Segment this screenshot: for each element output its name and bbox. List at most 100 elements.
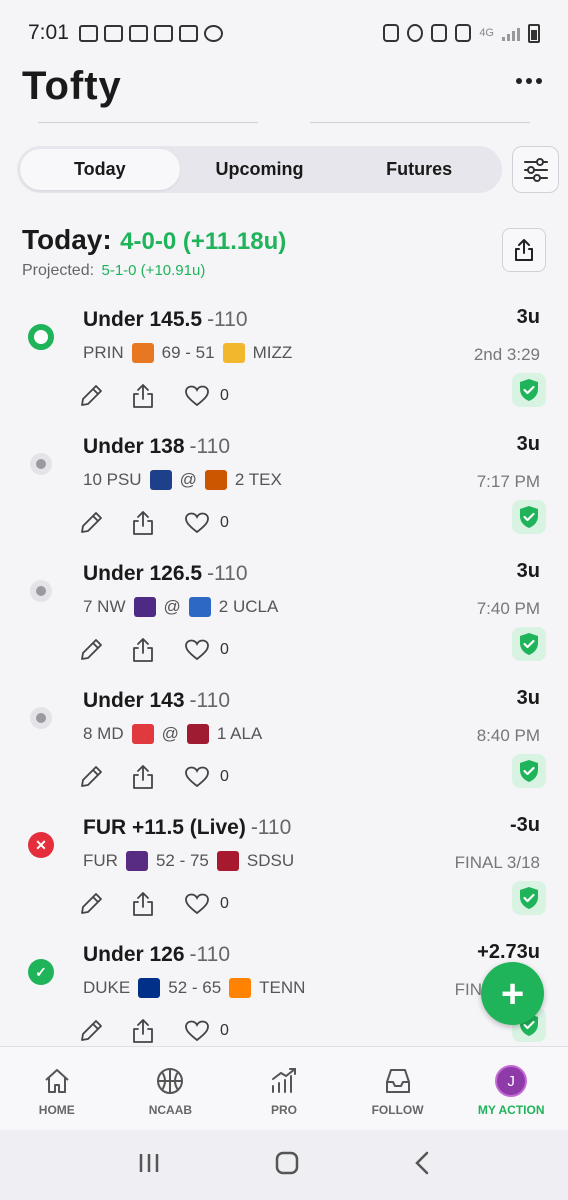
trending-chart-icon — [268, 1065, 300, 1097]
verified-shield-icon — [512, 500, 546, 534]
like-pick-button[interactable] — [184, 1018, 210, 1044]
like-pick-button[interactable] — [184, 510, 210, 536]
bottom-navigation: HOME NCAAB PRO FOLLOW J MY ACTION — [0, 1046, 568, 1130]
app-header: Tofty — [0, 64, 568, 114]
pick-line: FUR +11.5 (Live) -110 — [83, 816, 291, 840]
pick-odds: -110 — [207, 562, 248, 585]
share-summary-button[interactable] — [502, 228, 546, 272]
add-pick-button[interactable]: + — [481, 962, 544, 1025]
wifi-icon — [455, 24, 472, 42]
home-notification-icon — [103, 24, 123, 42]
edit-pick-button[interactable] — [78, 1018, 104, 1044]
pick-matchup: PRIN 69 - 51 MIZZ — [83, 343, 292, 363]
pick-status-live-icon — [28, 324, 54, 350]
pick-card[interactable]: Under 145.5 -110 3u PRIN 69 - 51 MIZZ 2nd… — [0, 300, 568, 427]
home-system-button[interactable] — [274, 1150, 300, 1181]
back-button[interactable] — [413, 1150, 431, 1181]
team-a-name: DUKE — [83, 978, 131, 997]
pick-odds: -110 — [207, 308, 248, 331]
recent-apps-button[interactable] — [137, 1152, 161, 1179]
image-icon — [153, 24, 173, 42]
pick-matchup: FUR 52 - 75 SDSU — [83, 851, 294, 871]
share-pick-button[interactable] — [130, 764, 156, 790]
pick-selection: Under 126 — [83, 943, 185, 966]
edit-pick-button[interactable] — [78, 383, 104, 409]
like-count: 0 — [220, 641, 229, 658]
more-options-button[interactable] — [516, 78, 542, 84]
share-pick-button[interactable] — [130, 891, 156, 917]
edit-pick-button[interactable] — [78, 510, 104, 536]
data-saver-icon — [383, 24, 400, 42]
tab-upcoming[interactable]: Upcoming — [180, 149, 340, 190]
pick-status-pending-icon — [30, 580, 52, 602]
pick-card[interactable]: ✕ FUR +11.5 (Live) -110 -3u FUR 52 - 75 S… — [0, 808, 568, 935]
pencil-icon — [81, 385, 102, 406]
team-a-name: 10 PSU — [83, 470, 142, 489]
share-pick-button[interactable] — [130, 1018, 156, 1044]
pick-matchup: 10 PSU @ 2 TEX — [83, 470, 282, 490]
pick-card[interactable]: Under 126.5 -110 3u 7 NW @ 2 UCLA 7:40 PM — [0, 554, 568, 681]
team-b-logo — [229, 978, 252, 998]
team-a-logo — [133, 597, 156, 617]
pick-selection: Under 145.5 — [83, 308, 203, 331]
pick-line: Under 126 -110 — [83, 943, 230, 967]
edit-pick-button[interactable] — [78, 891, 104, 917]
nav-pro[interactable]: PRO — [227, 1047, 341, 1130]
basketball-icon — [154, 1065, 186, 1097]
pencil-icon — [81, 512, 102, 533]
notification-icons — [78, 24, 223, 42]
basketball-notification-icon — [203, 24, 223, 42]
nav-follow[interactable]: FOLLOW — [341, 1047, 455, 1130]
projected-label: Projected: — [22, 262, 95, 279]
pick-card[interactable]: Under 138-110 3u 10 PSU @ 2 TEX 7:17 PM — [0, 427, 568, 554]
share-pick-button[interactable] — [130, 383, 156, 409]
pencil-icon — [81, 1020, 102, 1041]
heart-icon — [185, 512, 209, 534]
matchup-separator: @ — [163, 597, 181, 616]
team-b-name: 1 ALA — [216, 724, 263, 743]
heart-icon — [185, 1020, 209, 1042]
heart-icon — [185, 893, 209, 915]
nav-my-action[interactable]: J MY ACTION — [454, 1047, 568, 1130]
team-a-logo — [131, 724, 154, 744]
summary-record: 4-0-0 (+11.18u) — [120, 228, 287, 255]
team-a-name: PRIN — [83, 343, 124, 362]
pick-selection: Under 138 — [83, 435, 185, 458]
pick-odds: -110 — [189, 689, 231, 712]
pick-actions: 0 — [78, 891, 229, 917]
like-count: 0 — [220, 768, 229, 785]
nav-pro-label: PRO — [270, 1103, 297, 1117]
nav-my-action-label: MY ACTION — [477, 1103, 545, 1117]
filter-button[interactable] — [512, 146, 559, 193]
tab-futures[interactable]: Futures — [339, 149, 499, 190]
nav-home[interactable]: HOME — [0, 1047, 114, 1130]
pick-matchup: 7 NW @ 2 UCLA — [83, 597, 278, 617]
mute-icon — [431, 24, 448, 42]
calendar-icon — [178, 24, 198, 42]
like-pick-button[interactable] — [184, 891, 210, 917]
nav-ncaab[interactable]: NCAAB — [114, 1047, 228, 1130]
pick-line: Under 126.5 -110 — [83, 562, 248, 586]
view-tabs: Today Upcoming Futures — [17, 146, 502, 193]
pick-card[interactable]: Under 143 -110 3u 8 MD @ 1 ALA 8:40 PM 0 — [0, 681, 568, 808]
pencil-icon — [81, 766, 102, 787]
team-b-name: SDSU — [246, 851, 295, 870]
share-pick-button[interactable] — [130, 637, 156, 663]
status-time: 7:01 — [28, 21, 69, 44]
edit-pick-button[interactable] — [78, 764, 104, 790]
pick-selection: FUR +11.5 (Live) — [83, 816, 246, 839]
pick-units: +2.73u — [477, 941, 540, 963]
like-pick-button[interactable] — [184, 637, 210, 663]
tab-today[interactable]: Today — [20, 149, 180, 190]
edit-pick-button[interactable] — [78, 637, 104, 663]
like-pick-button[interactable] — [184, 383, 210, 409]
pick-actions: 0 — [78, 764, 229, 790]
pick-line: Under 143 -110 — [83, 689, 230, 713]
like-pick-button[interactable] — [184, 764, 210, 790]
share-pick-button[interactable] — [130, 510, 156, 536]
like-count: 0 — [220, 387, 229, 404]
pick-units: 3u — [516, 687, 540, 709]
game-time: 2nd 3:29 — [473, 345, 540, 364]
team-b-name: TENN — [259, 978, 306, 997]
team-b-name: MIZZ — [252, 343, 293, 362]
